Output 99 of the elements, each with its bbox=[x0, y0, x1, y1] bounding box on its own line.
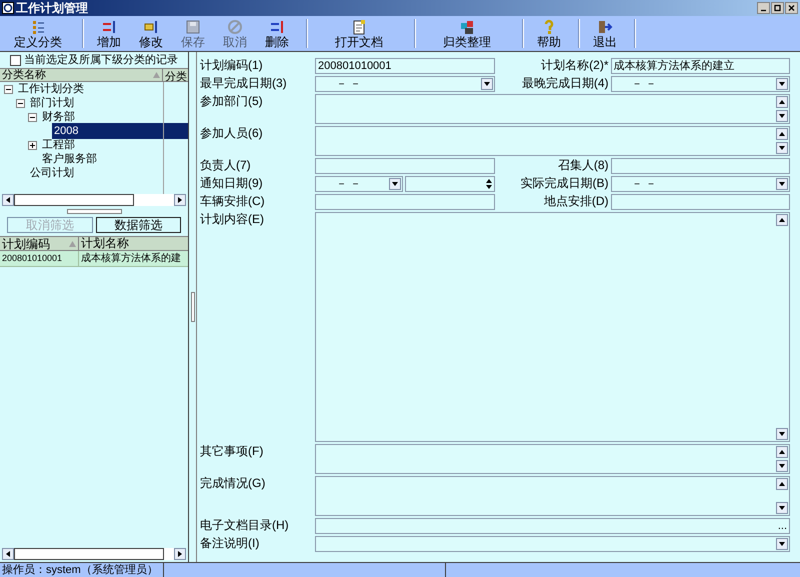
tree-item[interactable]: 客户服务部 bbox=[40, 150, 99, 168]
table-cell: 200801010001 bbox=[0, 251, 79, 266]
close-button[interactable] bbox=[785, 2, 798, 14]
column-header[interactable]: 计划名称 bbox=[79, 237, 188, 250]
scroll-up-icon[interactable] bbox=[776, 214, 788, 226]
tree-item[interactable]: 部门计划 bbox=[28, 94, 76, 112]
scroll-down-icon[interactable] bbox=[776, 110, 788, 122]
field-label: 计划内容(E) bbox=[200, 212, 265, 227]
dropdown-icon[interactable] bbox=[389, 178, 401, 190]
scroll-down-icon[interactable] bbox=[776, 428, 788, 440]
tree-item[interactable]: 2008 bbox=[52, 122, 188, 140]
tree-item[interactable]: 工程部 bbox=[40, 136, 77, 154]
field-label: 实际完成日期(B) bbox=[520, 176, 610, 191]
column-header[interactable]: 分类名称 bbox=[0, 69, 163, 81]
scroll-up-icon[interactable] bbox=[776, 446, 788, 458]
toolbar-icon bbox=[143, 18, 159, 34]
field-label: 计划编码(1) bbox=[200, 58, 264, 73]
filter-button[interactable]: 数据筛选 bbox=[96, 217, 181, 233]
field-label: 参加人员(6) bbox=[200, 126, 264, 141]
field-label: 备注说明(I) bbox=[200, 536, 260, 551]
dropdown-icon[interactable] bbox=[776, 78, 788, 90]
toolbar-button[interactable]: 删除 bbox=[256, 16, 298, 51]
input-field[interactable] bbox=[315, 194, 494, 210]
field-label: 通知日期(9) bbox=[200, 176, 264, 191]
tree-item[interactable]: 公司计划 bbox=[28, 164, 76, 182]
sort-icon bbox=[69, 240, 76, 246]
input-field[interactable] bbox=[610, 194, 790, 210]
minimize-button[interactable] bbox=[757, 2, 770, 14]
scroll-left-icon[interactable] bbox=[2, 194, 14, 206]
field-label: 电子文档目录(H) bbox=[200, 518, 290, 533]
field-label: 地点安排(D) bbox=[542, 194, 610, 209]
toolbar-icon bbox=[351, 18, 367, 34]
toolbar-button[interactable]: 增加 bbox=[88, 16, 130, 51]
field-label: 最晚完成日期(4) bbox=[520, 76, 610, 91]
toolbar-button[interactable]: 修改 bbox=[130, 16, 172, 51]
field-label: 其它事项(F) bbox=[200, 444, 264, 459]
dropdown-icon[interactable] bbox=[776, 178, 788, 190]
field-label: 最早完成日期(3) bbox=[200, 76, 288, 91]
window-title: 工作计划管理 bbox=[16, 0, 88, 17]
app-icon bbox=[2, 2, 14, 14]
date-field[interactable]: － － bbox=[610, 76, 790, 92]
horizontal-scrollbar[interactable] bbox=[2, 194, 186, 206]
column-header[interactable]: 计划编码 bbox=[0, 237, 79, 250]
toolbar-button[interactable]: 帮助 bbox=[528, 16, 570, 51]
scroll-up-icon[interactable] bbox=[776, 96, 788, 108]
scroll-down-icon[interactable] bbox=[776, 142, 788, 154]
input-field[interactable]: 200801010001 bbox=[315, 58, 494, 74]
scroll-up-icon[interactable] bbox=[776, 128, 788, 140]
maximize-button[interactable] bbox=[771, 2, 784, 14]
field-label: 负责人(7) bbox=[200, 158, 252, 173]
table-cell-text: 成本核算方法体系的建 bbox=[80, 252, 182, 266]
toolbar-button[interactable]: 退出 bbox=[584, 16, 626, 51]
scroll-up-icon[interactable] bbox=[776, 478, 788, 490]
input-field[interactable]: ... bbox=[315, 518, 790, 534]
scroll-down-icon[interactable] bbox=[776, 460, 788, 472]
tree-item[interactable]: 财务部 bbox=[40, 108, 77, 126]
dropdown-icon[interactable] bbox=[480, 78, 492, 90]
collapse-icon[interactable] bbox=[16, 98, 25, 108]
date-field[interactable]: － － bbox=[610, 176, 790, 192]
date-field[interactable]: － － bbox=[315, 76, 494, 92]
input-field[interactable] bbox=[315, 158, 494, 174]
dropdown-field[interactable] bbox=[315, 536, 790, 552]
time-field[interactable] bbox=[405, 176, 494, 192]
scroll-right-icon[interactable] bbox=[174, 194, 186, 206]
checkbox-label: 当前选定及所属下级分类的记录 bbox=[24, 52, 178, 68]
dropdown-icon[interactable] bbox=[776, 538, 788, 550]
field-label: 召集人(8) bbox=[556, 158, 610, 173]
toolbar-icon bbox=[185, 18, 201, 34]
toolbar-icon bbox=[227, 18, 243, 34]
scroll-down-icon[interactable] bbox=[776, 502, 788, 514]
toolbar-button[interactable]: 定义分类 bbox=[2, 16, 74, 51]
toolbar-icon bbox=[30, 18, 46, 34]
field-label: 车辆安排(C) bbox=[200, 194, 266, 209]
splitter-handle[interactable] bbox=[66, 209, 122, 214]
horizontal-scrollbar[interactable] bbox=[2, 548, 186, 560]
field-label: 完成情况(G) bbox=[200, 476, 266, 491]
toolbar-button[interactable]: 归类整理 bbox=[420, 16, 514, 51]
toolbar-icon bbox=[101, 18, 117, 34]
toolbar-icon bbox=[269, 18, 285, 34]
status-text: 操作员：system（系统管理员） bbox=[0, 563, 164, 577]
input-field[interactable] bbox=[610, 158, 790, 174]
sort-icon bbox=[153, 72, 160, 78]
toolbar-button[interactable]: 打开文档 bbox=[312, 16, 406, 51]
spinner-icon[interactable] bbox=[484, 178, 492, 190]
date-field[interactable]: － － bbox=[315, 176, 403, 192]
toolbar-icon bbox=[597, 18, 613, 34]
toolbar-icon bbox=[459, 18, 475, 34]
scroll-left-icon[interactable] bbox=[2, 548, 14, 560]
field-label: 计划名称(2)* bbox=[540, 58, 610, 73]
browse-button[interactable]: ... bbox=[778, 521, 787, 531]
collapse-icon[interactable] bbox=[28, 112, 37, 122]
checkbox[interactable] bbox=[10, 54, 21, 66]
expand-icon[interactable] bbox=[28, 140, 37, 150]
collapse-icon[interactable] bbox=[4, 84, 13, 94]
tree-item[interactable]: 工作计划分类 bbox=[16, 82, 86, 98]
splitter-handle[interactable] bbox=[190, 292, 194, 322]
field-label: 参加部门(5) bbox=[200, 94, 264, 109]
scroll-right-icon[interactable] bbox=[174, 548, 186, 560]
input-field[interactable]: 成本核算方法体系的建立 bbox=[610, 58, 790, 74]
